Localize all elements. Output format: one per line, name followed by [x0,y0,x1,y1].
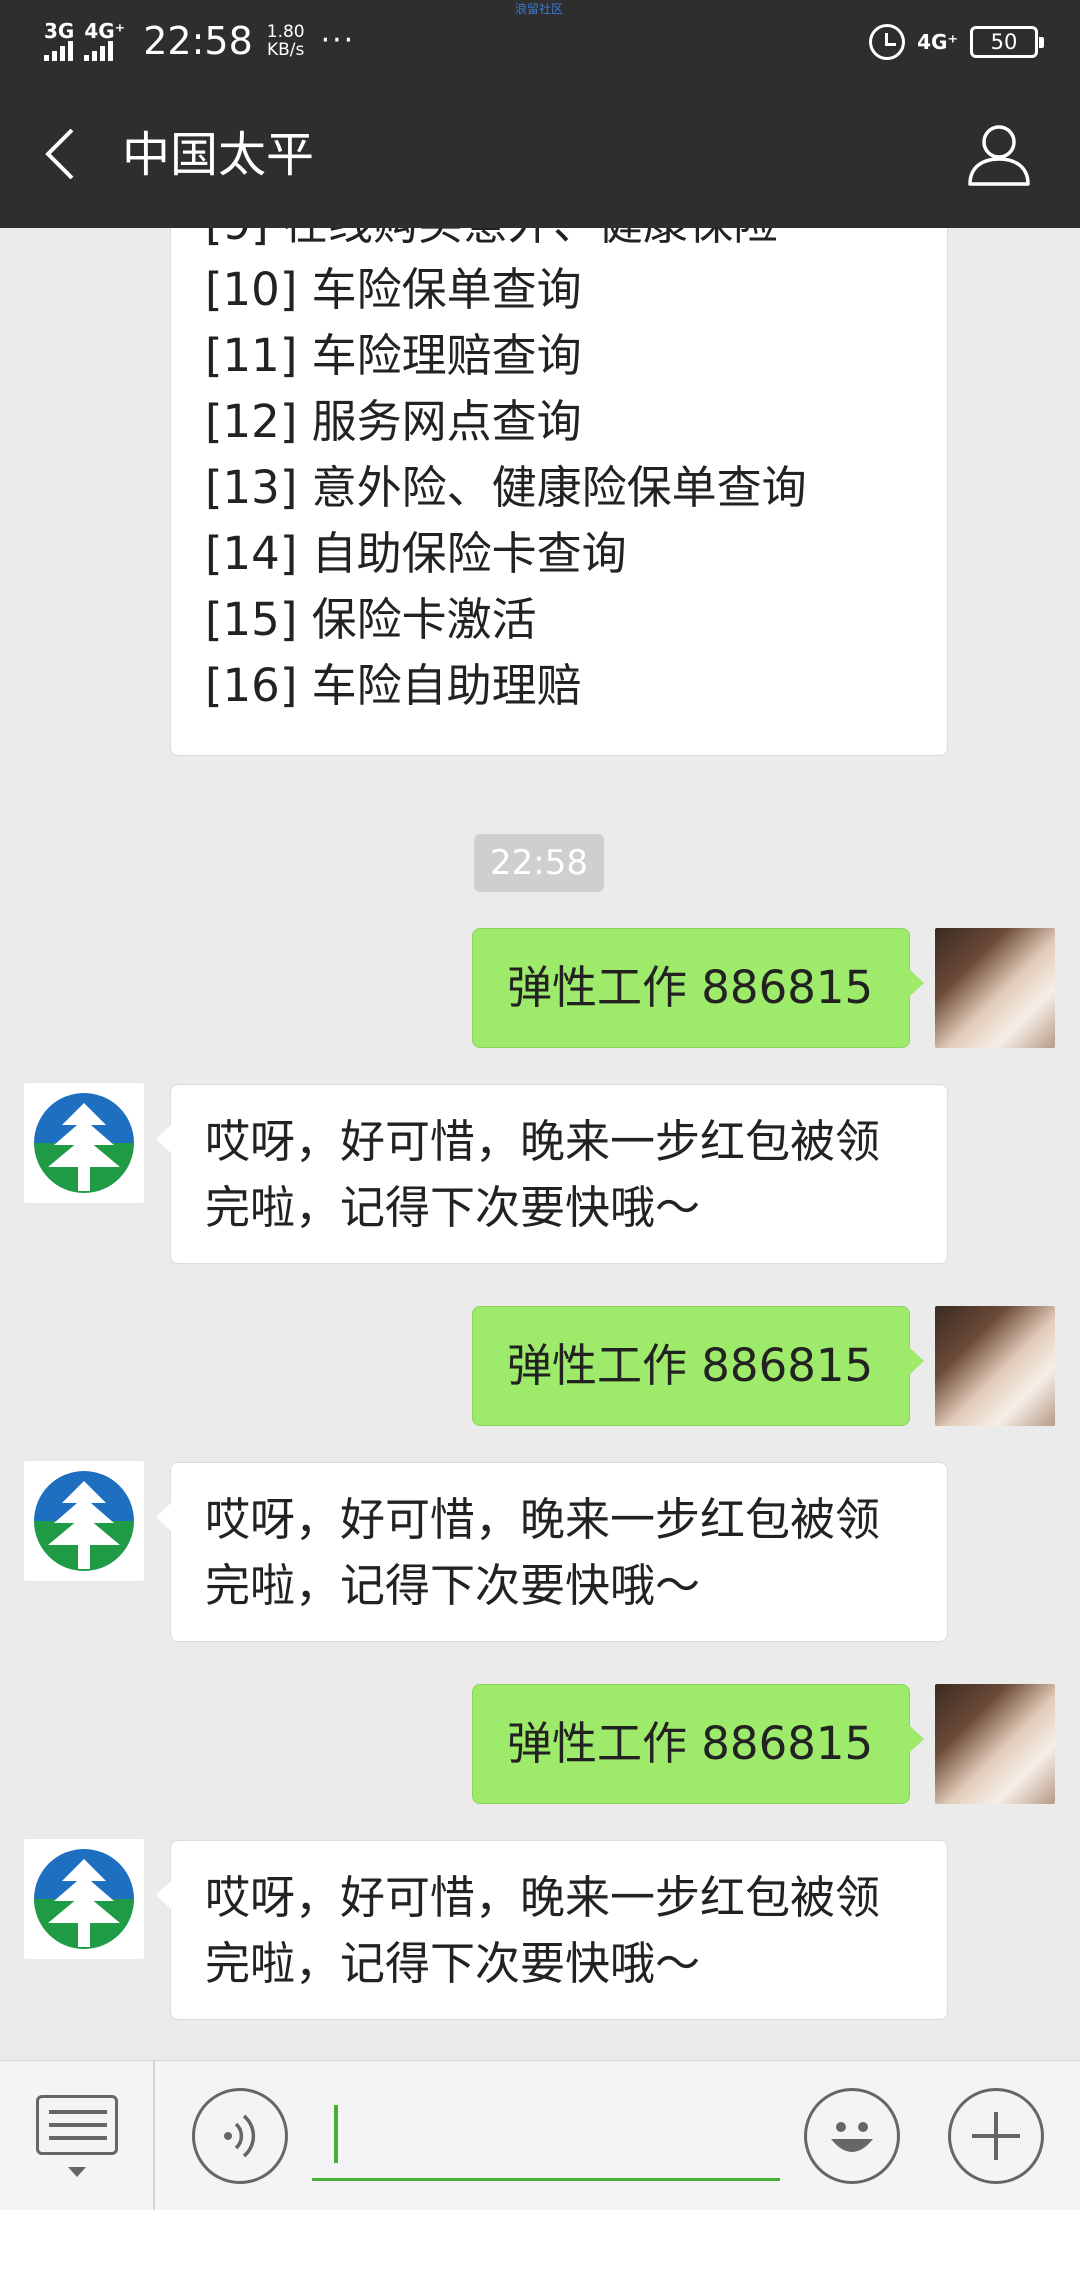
chat-title: 中国太平 [122,127,315,183]
chevron-left-icon [45,128,74,180]
text-cursor [334,2105,338,2163]
menu-list-icon [36,2095,118,2155]
user-avatar[interactable] [935,1306,1055,1426]
menu-item-9[interactable]: [9] 在线购买意外、健康保险 [205,228,913,257]
chat-area[interactable]: [9] 在线购买意外、健康保险 [10] 车险保单查询 [11] 车险理赔查询 … [0,228,1080,2060]
message-line: 完啦，记得下次要快哦～ [205,1937,701,1990]
input-bar [0,2060,1080,2211]
bot-avatar[interactable] [24,1083,144,1203]
message-line: 完啦，记得下次要快哦～ [205,1559,701,1612]
tree-logo-icon [34,1093,134,1193]
status-bar: 3G 4G⁺ 22:58 1.80 KB/s ··· 浪留社区 4G⁺ 50 [0,0,1080,82]
back-button[interactable] [30,118,90,190]
voice-icon [224,2114,256,2158]
message-line: 完啦，记得下次要快哦～ [205,1181,701,1234]
message-input[interactable] [312,2089,780,2181]
network-speed: 1.80 KB/s [267,23,305,59]
sent-message-bubble[interactable]: 弹性工作 886815 [472,1306,924,1426]
bot-avatar[interactable] [24,1839,144,1959]
tree-logo-icon [34,1849,134,1949]
signal-type-label: 3G [44,19,75,43]
menu-item-15[interactable]: [15] 保险卡激活 [205,587,913,653]
battery-icon: 50 [970,26,1044,58]
caret-down-icon [68,2167,86,2177]
status-right: 4G⁺ 50 [869,18,1044,66]
status-time: 22:58 [143,19,253,63]
received-message-bubble[interactable]: 哎呀，好可惜，晚来一步红包被领 完啦，记得下次要快哦～ [156,1462,948,1642]
watermark-text: 浪留社区 [515,2,564,16]
menu-item-13[interactable]: [13] 意外险、健康险保单查询 [205,455,913,521]
more-notifications-icon: ··· [320,23,356,58]
emoji-icon [831,2122,873,2152]
voice-button[interactable] [192,2088,288,2184]
tree-logo-icon [34,1471,134,1571]
message-line: 哎呀，好可惜，晚来一步红包被领 [205,1115,881,1168]
plus-icon [972,2112,1020,2160]
user-avatar[interactable] [935,928,1055,1048]
message-line: 哎呀，好可惜，晚来一步红包被领 [205,1871,881,1924]
menu-item-10[interactable]: [10] 车险保单查询 [205,257,913,323]
sent-message-bubble[interactable]: 弹性工作 886815 [472,1684,924,1804]
menu-item-14[interactable]: [14] 自助保险卡查询 [205,521,913,587]
title-bar: 中国太平 [0,82,1080,228]
user-avatar[interactable] [935,1684,1055,1804]
person-icon[interactable] [966,122,1032,188]
menu-list-button[interactable] [0,2061,155,2211]
speed-unit: KB/s [266,40,305,60]
bot-avatar[interactable] [24,1461,144,1581]
alarm-icon [869,24,906,60]
menu-item-11[interactable]: [11] 车险理赔查询 [205,323,913,389]
status-left: 3G 4G⁺ 22:58 1.80 KB/s ··· [44,16,355,66]
message-line: 哎呀，好可惜，晚来一步红包被领 [205,1493,881,1546]
speed-value: 1.80 [266,22,305,42]
message-timestamp: 22:58 [474,834,604,892]
bottom-blank-area [0,2210,1080,2280]
menu-item-12[interactable]: [12] 服务网点查询 [205,389,913,455]
battery-level: 50 [990,30,1018,54]
received-message-bubble[interactable]: 哎呀，好可惜，晚来一步红包被领 完啦，记得下次要快哦～ [156,1840,948,2020]
signal-3g-icon: 3G [44,21,74,61]
received-message-bubble[interactable]: 哎呀，好可惜，晚来一步红包被领 完啦，记得下次要快哦～ [156,1084,948,1264]
emoji-button[interactable] [804,2088,900,2184]
more-functions-button[interactable] [948,2088,1044,2184]
sent-message-bubble[interactable]: 弹性工作 886815 [472,928,924,1048]
signal-4g-icon: 4G⁺ [84,21,125,61]
menu-item-16[interactable]: [16] 车险自助理赔 [205,653,913,719]
signal-type-label: 4G⁺ [84,19,126,43]
network-4g-label: 4G⁺ [917,30,958,54]
menu-message-bubble: [9] 在线购买意外、健康保险 [10] 车险保单查询 [11] 车险理赔查询 … [170,228,948,756]
